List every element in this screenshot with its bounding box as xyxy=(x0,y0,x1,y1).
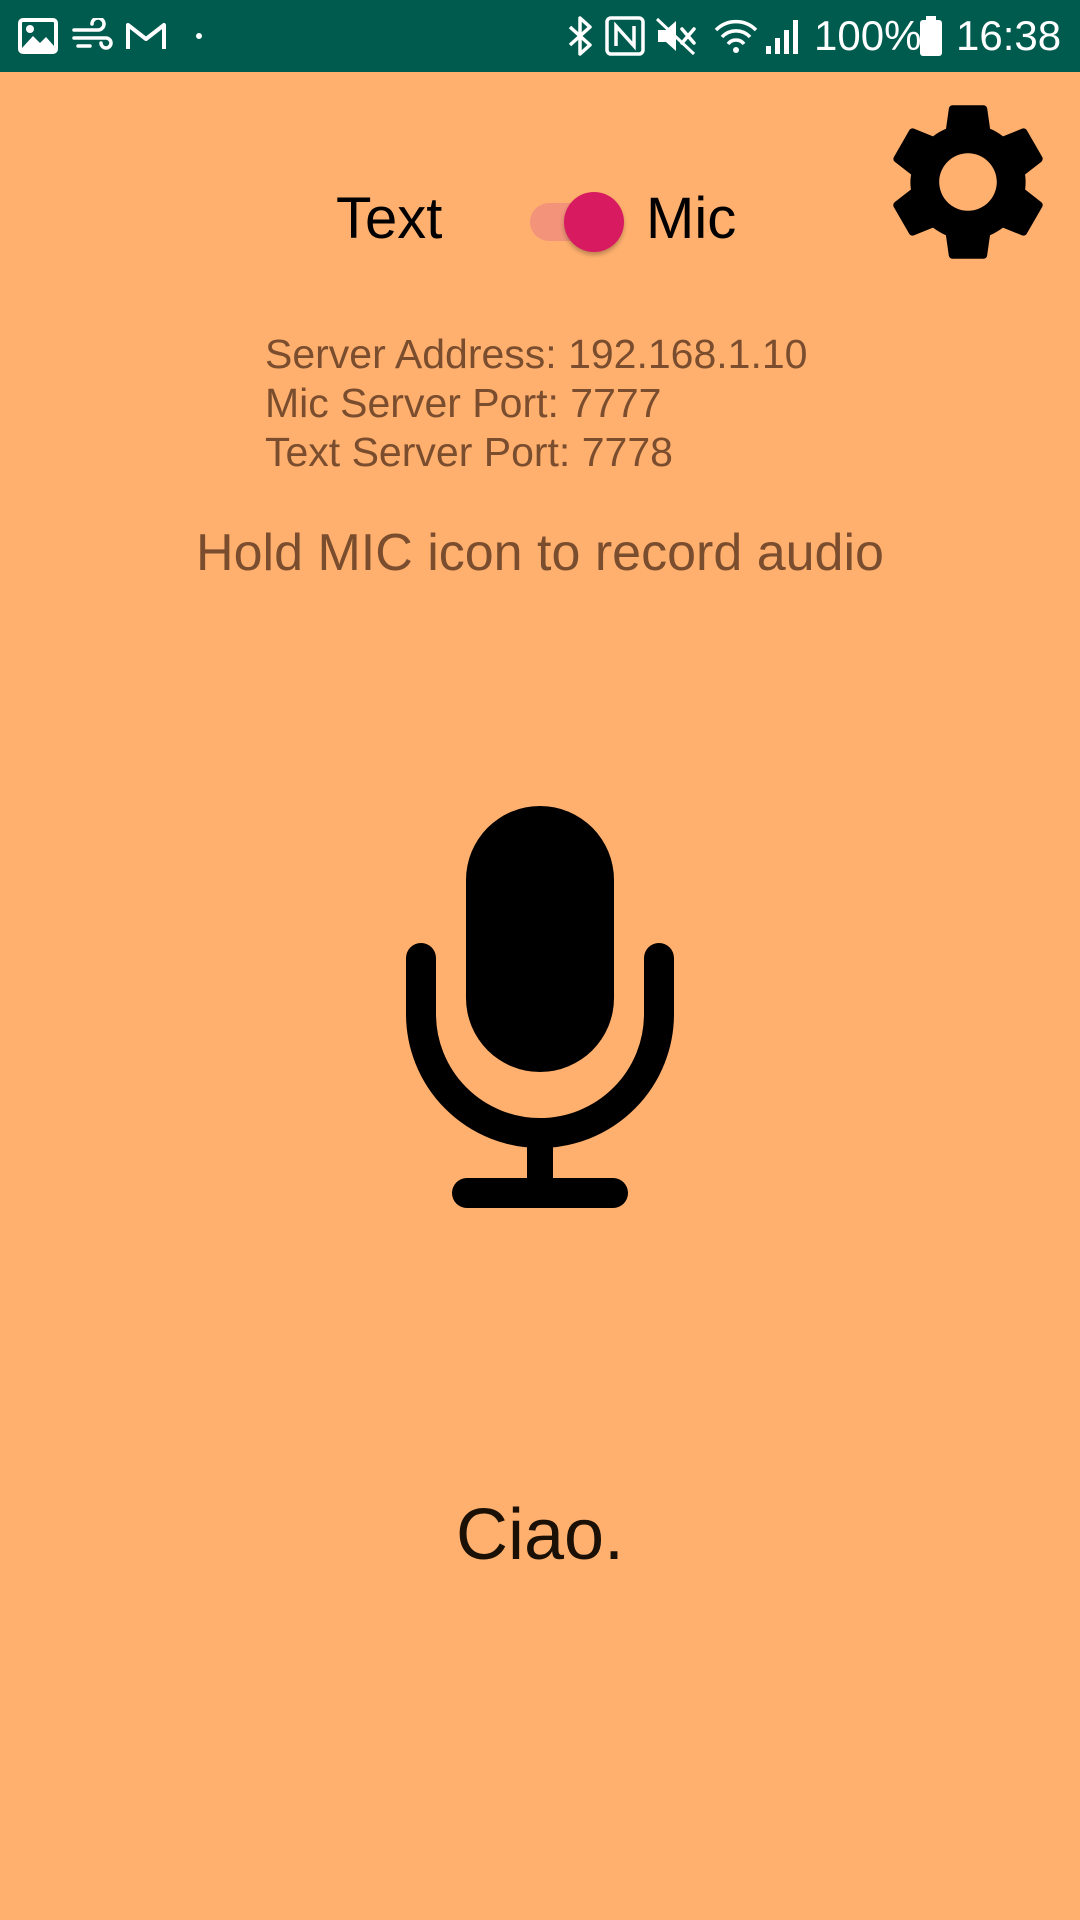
mute-icon xyxy=(654,0,698,72)
status-bar: 100% 16:38 xyxy=(0,0,1080,72)
mode-switch[interactable] xyxy=(528,190,628,254)
image-icon xyxy=(18,0,58,72)
gmail-icon xyxy=(124,0,168,72)
server-address: Server Address: 192.168.1.10 xyxy=(265,331,808,377)
mic-server-port: Mic Server Port: 7777 xyxy=(265,380,662,426)
wifi-icon xyxy=(712,0,760,72)
app-content: Text Mic Server Address: 192.168.1.10 Mi… xyxy=(0,72,1080,1920)
battery-percent: 100% xyxy=(814,12,922,59)
hint-text: Hold MIC icon to record audio xyxy=(196,524,884,582)
recognized-text: Ciao. xyxy=(455,1495,625,1575)
wind-icon xyxy=(70,0,114,72)
signal-icon xyxy=(764,0,804,72)
record-mic-button[interactable] xyxy=(380,792,700,1272)
clock: 16:38 xyxy=(956,12,1062,59)
battery-icon xyxy=(918,0,944,72)
microphone-icon xyxy=(406,806,674,1208)
server-info: Server Address: 192.168.1.10 Mic Server … xyxy=(265,330,807,477)
text-server-port: Text Server Port: 7778 xyxy=(265,429,673,475)
dot-icon xyxy=(194,0,204,72)
settings-button[interactable] xyxy=(872,86,1064,278)
gear-icon xyxy=(893,105,1043,259)
switch-thumb xyxy=(564,192,624,252)
mic-mode-label: Mic xyxy=(646,186,737,251)
text-mode-label: Text xyxy=(336,186,443,251)
nfc-icon xyxy=(604,0,646,72)
bluetooth-icon xyxy=(566,0,596,72)
